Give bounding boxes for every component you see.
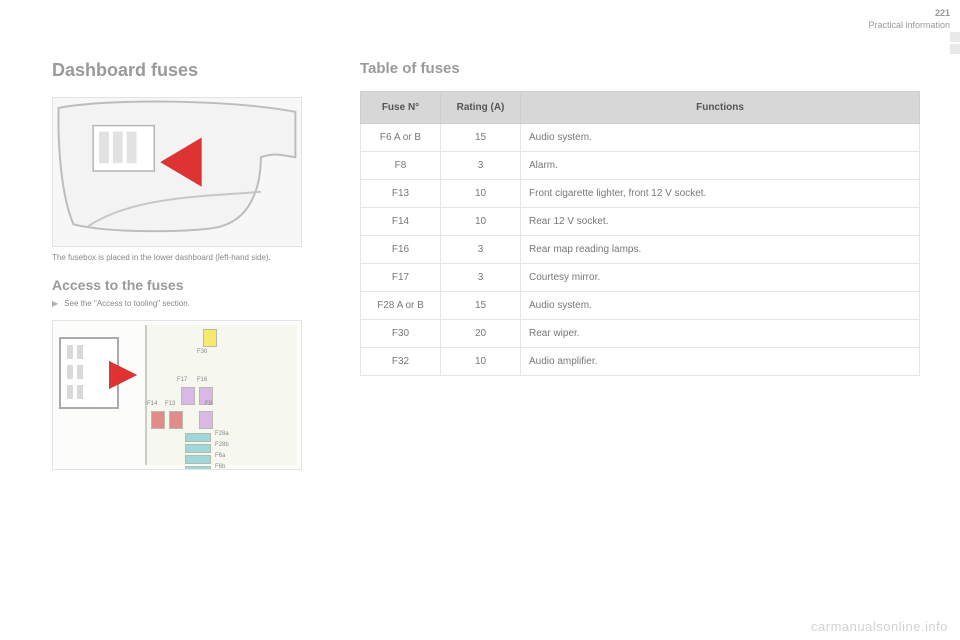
right-column: Table of fuses Fuse N° Rating (A) Functi…	[360, 60, 920, 470]
cell-rating: 20	[441, 320, 521, 348]
cell-rating: 10	[441, 208, 521, 236]
table-row: F173Courtesy mirror.	[361, 264, 920, 292]
cell-fn: Rear wiper.	[521, 320, 920, 348]
label-f14: F14	[147, 401, 157, 407]
figure-dashboard-fusebox	[52, 97, 302, 247]
cell-fn: Rear map reading lamps.	[521, 236, 920, 264]
cell-rating: 15	[441, 292, 521, 320]
col-rating: Rating (A)	[441, 92, 521, 124]
page-number: 221	[868, 8, 950, 20]
table-row: F163Rear map reading lamps.	[361, 236, 920, 264]
table-row: F1310Front cigarette lighter, front 12 V…	[361, 180, 920, 208]
cell-n: F16	[361, 236, 441, 264]
label-f6b: F6b	[215, 464, 225, 470]
access-bullet: ▶ See the "Access to tooling" section.	[52, 299, 332, 308]
tab-marker	[950, 44, 960, 54]
tab-marker	[950, 32, 960, 42]
arrow-icon	[109, 361, 137, 389]
cell-fn: Front cigarette lighter, front 12 V sock…	[521, 180, 920, 208]
table-row: F6 A or B15Audio system.	[361, 124, 920, 152]
cell-n: F6 A or B	[361, 124, 441, 152]
cell-fn: Audio system.	[521, 124, 920, 152]
cell-rating: 10	[441, 348, 521, 376]
access-bullet-text: See the "Access to tooling" section.	[64, 299, 190, 308]
cell-rating: 15	[441, 124, 521, 152]
cell-n: F13	[361, 180, 441, 208]
cell-n: F30	[361, 320, 441, 348]
cell-rating: 3	[441, 152, 521, 180]
left-column: Dashboard fuses The fusebox is placed in…	[52, 60, 332, 470]
col-fuse-n: Fuse N°	[361, 92, 441, 124]
label-f13: F13	[165, 401, 175, 407]
figure-fuse-diagram: F30 F17 F16 F14 F13 F8 F28a F28b	[52, 320, 302, 470]
cell-n: F17	[361, 264, 441, 292]
table-row: F3210Audio amplifier.	[361, 348, 920, 376]
dashboard-fuses-heading: Dashboard fuses	[52, 60, 332, 81]
table-row: F83Alarm.	[361, 152, 920, 180]
watermark: carmanualsonline.info	[811, 619, 948, 634]
side-tabs	[950, 32, 960, 56]
figure1-caption: The fusebox is placed in the lower dashb…	[52, 253, 332, 263]
label-f17: F17	[177, 377, 187, 383]
cell-rating: 3	[441, 264, 521, 292]
col-functions: Functions	[521, 92, 920, 124]
cell-n: F8	[361, 152, 441, 180]
label-f28a: F28a	[215, 431, 229, 437]
cell-n: F28 A or B	[361, 292, 441, 320]
page-header: 221 Practical information	[868, 8, 950, 31]
cell-rating: 10	[441, 180, 521, 208]
section-label: Practical information	[868, 20, 950, 32]
label-f30: F30	[197, 349, 207, 355]
table-row: F3020Rear wiper.	[361, 320, 920, 348]
table-header-row: Fuse N° Rating (A) Functions	[361, 92, 920, 124]
cell-fn: Audio amplifier.	[521, 348, 920, 376]
table-row: F28 A or B15Audio system.	[361, 292, 920, 320]
dashboard-sketch	[53, 98, 301, 246]
table-row: F1410Rear 12 V socket.	[361, 208, 920, 236]
access-heading: Access to the fuses	[52, 277, 332, 293]
cell-n: F14	[361, 208, 441, 236]
cell-fn: Rear 12 V socket.	[521, 208, 920, 236]
label-f16: F16	[197, 377, 207, 383]
cell-fn: Courtesy mirror.	[521, 264, 920, 292]
cell-fn: Alarm.	[521, 152, 920, 180]
fuse-board: F30 F17 F16 F14 F13 F8 F28a F28b	[145, 325, 297, 465]
manual-page: 221 Practical information Dashboard fuse…	[0, 0, 960, 640]
cell-fn: Audio system.	[521, 292, 920, 320]
label-f6a: F6a	[215, 453, 225, 459]
fuses-table: Fuse N° Rating (A) Functions F6 A or B15…	[360, 91, 920, 376]
cell-rating: 3	[441, 236, 521, 264]
bullet-icon: ▶	[52, 299, 58, 308]
label-f28b: F28b	[215, 442, 229, 448]
table-heading: Table of fuses	[360, 60, 920, 77]
cell-n: F32	[361, 348, 441, 376]
label-f8: F8	[205, 401, 212, 407]
